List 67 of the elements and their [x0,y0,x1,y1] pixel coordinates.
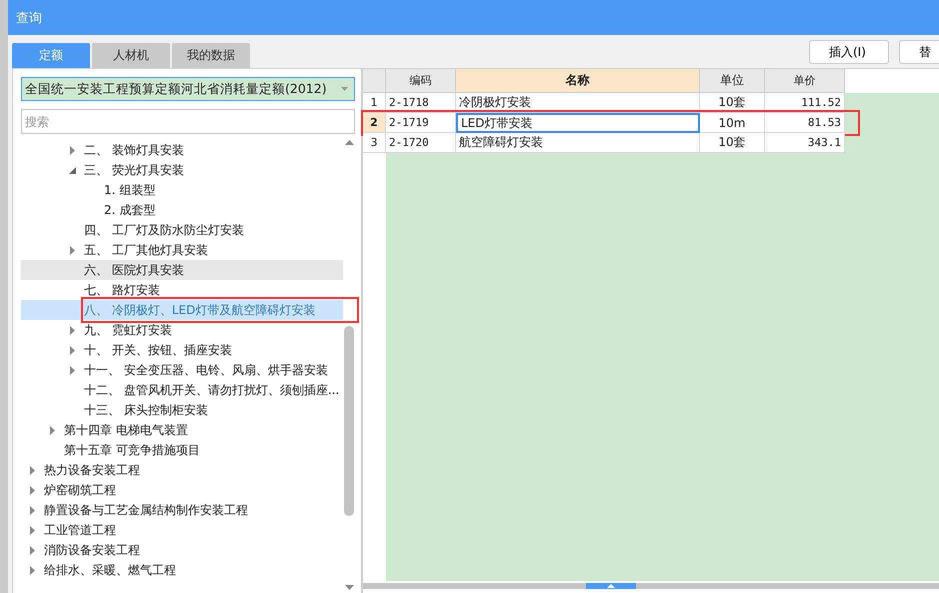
toolbar-button[interactable]: 插入(I) [809,40,889,64]
table-cell: 2-1720 [386,133,456,153]
library-dropdown[interactable]: 全国统一安装工程预算定额河北省消耗量定额(2012) [21,77,355,101]
table-cell: 81.53 [765,113,845,133]
expand-arrow-icon[interactable] [49,426,56,434]
tree-item[interactable]: 十、 开关、按钮、插座安装 [21,340,343,360]
tree-item[interactable]: 静置设备与工艺金属结构制作安装工程 [21,500,343,520]
expand-arrow-icon[interactable] [29,466,36,474]
expand-arrow-icon[interactable] [69,146,76,154]
tree-item[interactable]: 五、 工厂其他灯具安装 [21,240,343,260]
tree-item[interactable]: 热力设备安装工程 [21,460,343,480]
row-number[interactable]: 3 [363,133,386,153]
expand-arrow-icon[interactable] [69,346,76,354]
expand-arrow-icon[interactable] [69,366,76,374]
scrollbar[interactable] [363,583,939,589]
expand-arrow-icon[interactable] [29,486,36,494]
search-field[interactable]: 搜索 [21,109,355,134]
row-number[interactable]: 2 [363,113,386,133]
tree-item[interactable]: 第十五章 可竞争措施项目 [21,440,343,460]
table-cell: LED灯带安装 [456,113,700,133]
table-cell: 10套 [700,133,765,153]
caret-icon [341,87,348,91]
column-header[interactable]: 单价 [765,69,845,93]
tree-item[interactable]: 四、 工厂灯及防水防尘灯安装 [21,220,343,240]
scroll-up-icon[interactable] [344,140,354,145]
tree-item[interactable]: 十一、 安全变压器、电铃、风扇、烘手器安装 [21,360,343,380]
expanded-arrow-icon[interactable] [69,166,76,174]
tab[interactable]: 我的数据 [172,43,250,68]
scrollbar-thumb[interactable] [344,326,354,516]
tree-item[interactable]: 七、 路灯安装 [21,280,343,300]
tree-item[interactable]: 三、 荧光灯具安装 [21,160,343,180]
tree-item[interactable]: 1. 组装型 [21,180,343,200]
window-title: 查询 [16,10,42,26]
expand-arrow-icon[interactable] [69,246,76,254]
column-header[interactable]: 名称 [456,69,700,93]
expand-arrow-icon[interactable] [29,546,36,554]
tree-item[interactable]: 二、 装饰灯具安装 [21,140,343,160]
tree-item[interactable]: 2. 成套型 [21,200,343,220]
caret-up-icon [607,584,615,588]
scrollbar-thumb[interactable] [586,583,636,589]
table-cell: 10m [700,113,765,133]
tree-item[interactable]: 九、 霓虹灯安装 [21,320,343,340]
tree-item[interactable]: 十二、 盘管风机开关、请勿打扰灯、须刨插座... [21,380,343,400]
table-cell: 343.1 [765,133,845,153]
tree-item[interactable]: 六、 医院灯具安装 [21,260,343,280]
scroll-down-icon[interactable] [344,585,354,590]
tree-item[interactable]: 给排水、采暖、燃气工程 [21,560,343,580]
table-cell: 冷阴极灯安装 [456,93,700,113]
row-number[interactable]: 1 [363,93,386,113]
table-cell: 2-1718 [386,93,456,113]
toolbar-button[interactable]: 替 [899,40,939,64]
expand-arrow-icon[interactable] [29,506,36,514]
tab[interactable]: 人材机 [92,43,170,68]
table-cell: 10套 [700,93,765,113]
tree-item[interactable]: 消防设备安装工程 [21,540,343,560]
expand-arrow-icon[interactable] [69,326,76,334]
table-cell: 2-1719 [386,113,456,133]
tree-item[interactable]: 第十四章 电梯电气装置 [21,420,343,440]
expand-arrow-icon[interactable] [29,566,36,574]
expand-arrow-icon[interactable] [29,526,36,534]
table-cell: 航空障碍灯安装 [456,133,700,153]
tree-item[interactable]: 十三、 床头控制柜安装 [21,400,343,420]
column-header[interactable]: 编码 [386,69,456,93]
table-cell: 111.52 [765,93,845,113]
tree-item[interactable]: 炉窑砌筑工程 [21,480,343,500]
tree-item[interactable]: 工业管道工程 [21,520,343,540]
column-header[interactable]: 单位 [700,69,765,93]
